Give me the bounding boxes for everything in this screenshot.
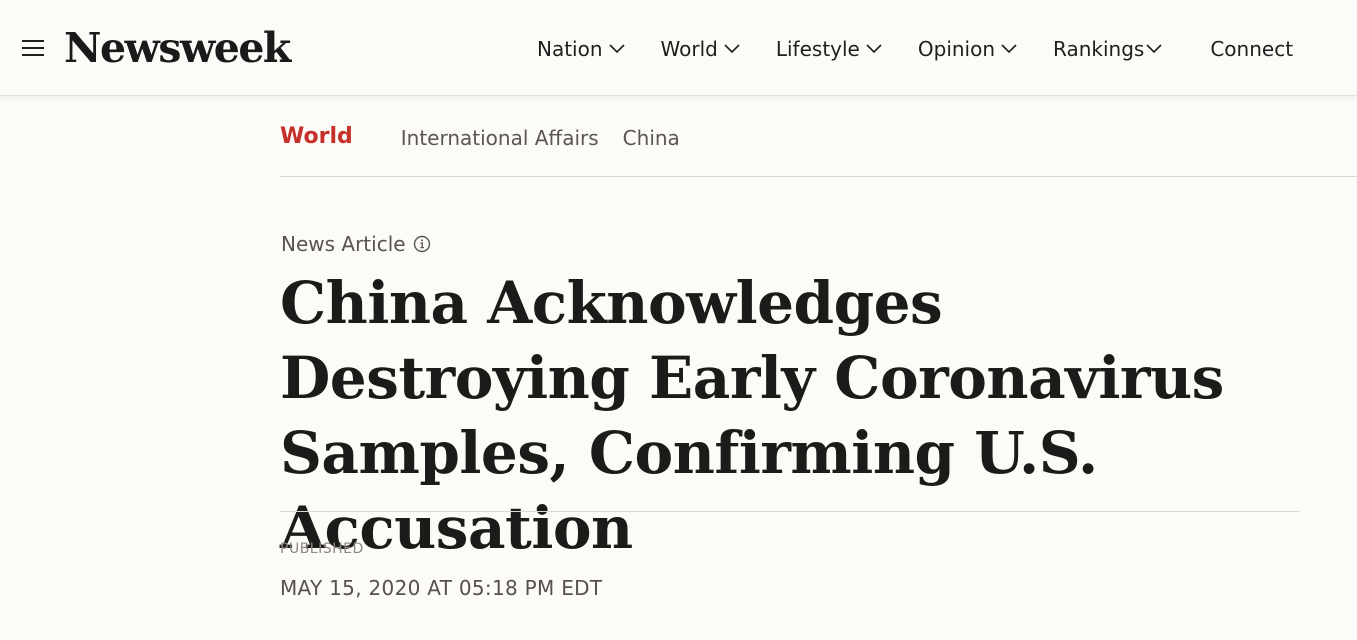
nav-item-label: World: [660, 37, 718, 61]
nav-item-connect[interactable]: Connect: [1210, 37, 1293, 61]
nav-item-nation[interactable]: Nation: [537, 37, 625, 61]
article-type-label: News Article: [281, 232, 406, 256]
published-date: MAY 15, 2020 AT 05:18 PM EDT: [280, 576, 603, 600]
nav-item-world[interactable]: World: [661, 37, 740, 61]
nav-item-label: Opinion: [917, 37, 996, 61]
nav-item-label: Rankings: [1053, 37, 1145, 61]
main-nav: Nation World Lifestyle Opinion Rankings …: [537, 30, 1293, 68]
hamburger-menu-icon[interactable]: [22, 38, 46, 58]
chevron-down-icon: [1001, 44, 1017, 54]
nav-item-label: Lifestyle: [775, 37, 860, 61]
nav-item-label: Connect: [1210, 37, 1294, 61]
nav-item-opinion[interactable]: Opinion: [918, 37, 1017, 61]
breadcrumb-tag-international-affairs[interactable]: International Affairs: [401, 126, 599, 150]
article-headline: China Acknowledges Destroying Early Coro…: [280, 269, 1224, 562]
published-label: PUBLISHED: [280, 541, 364, 557]
info-icon[interactable]: [413, 235, 431, 253]
breadcrumb-section-world[interactable]: World: [280, 124, 353, 149]
nav-item-rankings[interactable]: Rankings: [1053, 37, 1162, 61]
nav-item-label: Nation: [537, 37, 603, 61]
chevron-down-icon: [1146, 44, 1162, 54]
site-header: Newsweek Nation World Lifestyle Opinion …: [0, 0, 1357, 96]
article-type: News Article: [281, 232, 431, 256]
divider: [280, 511, 1300, 512]
chevron-down-icon: [608, 44, 625, 54]
breadcrumb-tag-china[interactable]: China: [623, 126, 680, 150]
breadcrumb: World International Affairs China: [280, 118, 1357, 177]
chevron-down-icon: [724, 44, 740, 54]
nav-item-lifestyle[interactable]: Lifestyle: [776, 37, 882, 61]
newsweek-logo[interactable]: Newsweek: [64, 22, 291, 74]
chevron-down-icon: [866, 44, 882, 54]
